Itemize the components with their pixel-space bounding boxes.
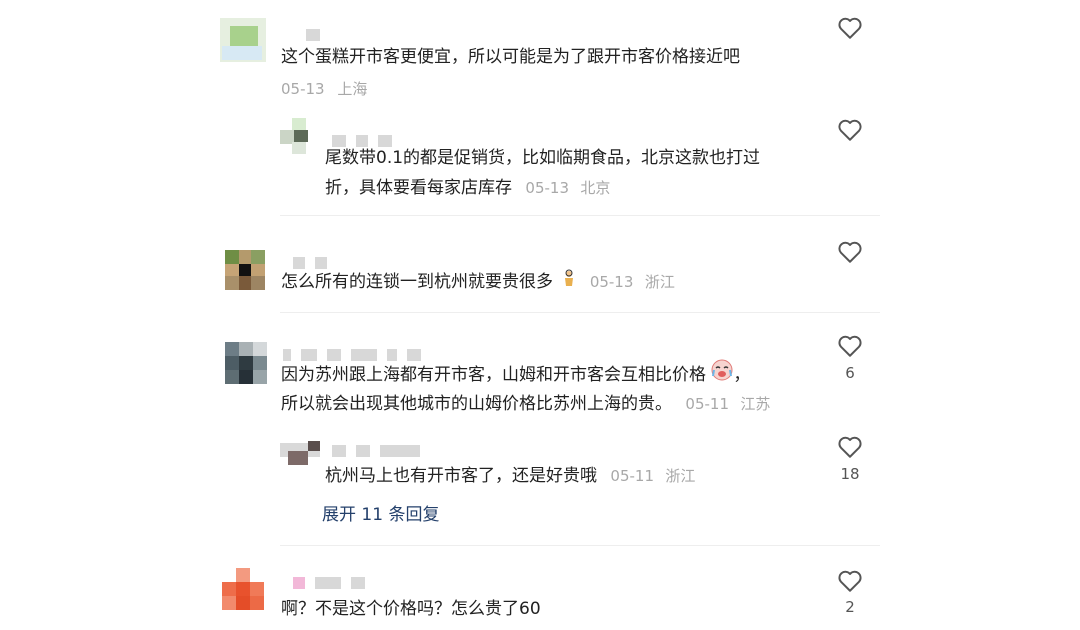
person-emoji-icon xyxy=(562,267,576,297)
divider xyxy=(280,215,880,216)
comment-text: 怎么所有的连锁一到杭州就要贵很多 05-13 浙江 xyxy=(281,267,675,297)
avatar[interactable] xyxy=(220,568,266,620)
comment-text: 因为苏州跟上海都有开市客，山姆和开市客会互相比价格 ， xyxy=(281,359,750,391)
divider xyxy=(280,312,880,313)
like-button[interactable] xyxy=(837,435,863,463)
like-count: 2 xyxy=(845,598,855,616)
comment-location: 上海 xyxy=(337,80,368,98)
heart-outline-icon xyxy=(838,17,862,39)
comment-date: 05-11 xyxy=(685,395,729,413)
comment-text: 啊？不是这个价格吗？怎么贵了60 xyxy=(281,599,541,619)
reply-text: 尾数带0.1的都是促销货，比如临期食品，北京这款也打过 xyxy=(325,148,761,168)
username-masked xyxy=(332,440,430,459)
avatar[interactable] xyxy=(220,18,266,62)
like-count: 18 xyxy=(840,465,860,483)
avatar[interactable] xyxy=(225,342,267,384)
username-masked xyxy=(293,572,375,591)
heart-outline-icon xyxy=(838,436,862,458)
comment-date: 05-13 xyxy=(525,179,569,197)
avatar[interactable] xyxy=(225,250,265,290)
like-button[interactable] xyxy=(837,240,863,268)
comment-text: 这个蛋糕开市客更便宜，所以可能是为了跟开市客价格接近吧 xyxy=(281,47,740,67)
like-button[interactable] xyxy=(837,569,863,597)
comment-location: 北京 xyxy=(580,179,611,197)
comment-location: 浙江 xyxy=(665,467,696,485)
like-count: 6 xyxy=(845,364,855,382)
like-button[interactable] xyxy=(837,16,863,44)
heart-outline-icon xyxy=(838,570,862,592)
comment-text: 所以就会出现其他城市的山姆价格比苏州上海的贵。 05-11 江苏 xyxy=(281,394,771,414)
expand-replies-button[interactable]: 展开 11 条回复 xyxy=(322,500,439,525)
avatar[interactable] xyxy=(280,437,320,467)
comment-date: 05-11 xyxy=(610,467,654,485)
like-button[interactable] xyxy=(837,334,863,362)
reply-text: 杭州马上也有开市客了，还是好贵哦 05-11 浙江 xyxy=(325,466,696,486)
heart-outline-icon xyxy=(838,241,862,263)
avatar[interactable] xyxy=(280,118,316,154)
heart-outline-icon xyxy=(838,119,862,141)
crying-laugh-emoji-icon xyxy=(711,359,733,391)
comment-location: 浙江 xyxy=(644,273,675,291)
username-masked xyxy=(306,24,330,43)
like-button[interactable] xyxy=(837,118,863,146)
comment-date: 05-13 xyxy=(589,273,634,291)
comment-date: 05-13 xyxy=(281,80,325,98)
comment-meta: 05-13 上海 xyxy=(281,78,367,99)
heart-outline-icon xyxy=(838,335,862,357)
divider xyxy=(280,545,880,546)
reply-text: 折，具体要看每家店库存 05-13 北京 xyxy=(325,178,611,198)
comment-location: 江苏 xyxy=(740,395,771,413)
